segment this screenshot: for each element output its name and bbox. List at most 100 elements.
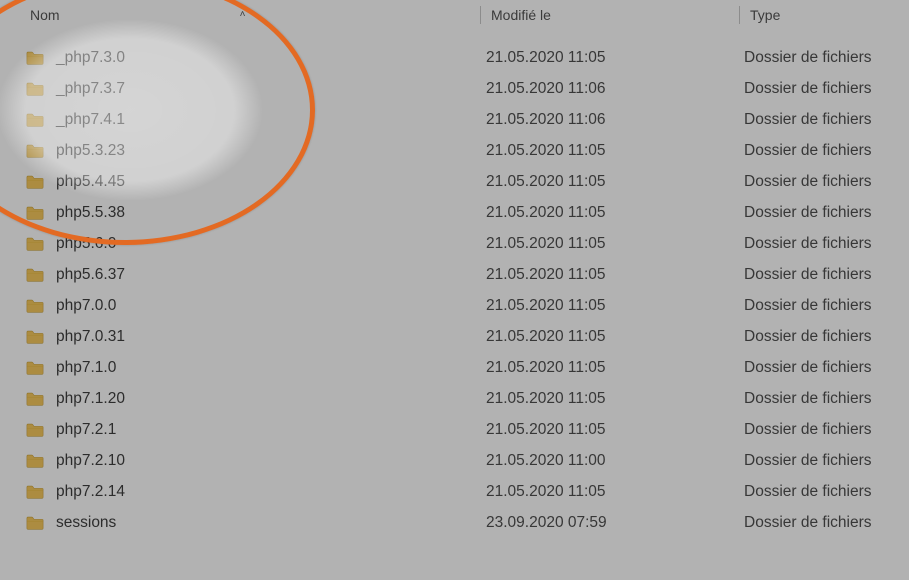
folder-icon (26, 360, 44, 376)
cell-name: php5.4.45 (0, 173, 476, 191)
sort-ascending-icon: ˄ (240, 9, 246, 20)
cell-modified: 21.05.2020 11:05 (476, 390, 734, 408)
cell-name: php7.2.10 (0, 452, 476, 470)
folder-icon (26, 143, 44, 159)
cell-type: Dossier de fichiers (734, 452, 909, 470)
cell-type: Dossier de fichiers (734, 514, 909, 532)
file-name: php7.0.0 (56, 297, 116, 315)
cell-type: Dossier de fichiers (734, 421, 909, 439)
cell-modified: 21.05.2020 11:05 (476, 142, 734, 160)
file-name: php7.1.20 (56, 390, 125, 408)
cell-modified: 21.05.2020 11:00 (476, 452, 734, 470)
folder-icon (26, 484, 44, 500)
cell-modified: 21.05.2020 11:05 (476, 297, 734, 315)
file-rows: _php7.3.021.05.2020 11:05Dossier de fich… (0, 28, 909, 538)
cell-type: Dossier de fichiers (734, 297, 909, 315)
cell-modified: 21.05.2020 11:05 (476, 359, 734, 377)
cell-type: Dossier de fichiers (734, 483, 909, 501)
table-row[interactable]: php5.6.37 21.05.2020 11:05Dossier de fich… (0, 259, 909, 290)
table-row[interactable]: php7.0.3121.05.2020 11:05Dossier de fich… (0, 321, 909, 352)
file-name: _php7.3.7 (56, 80, 125, 98)
file-name: _php7.3.0 (56, 49, 125, 67)
folder-icon (26, 267, 44, 283)
file-name: php7.2.14 (56, 483, 125, 501)
cell-type: Dossier de fichiers (734, 266, 909, 284)
table-row[interactable]: _php7.3.0 21.05.2020 11:05Dossier de fich… (0, 42, 909, 73)
folder-icon (26, 81, 44, 97)
folder-icon (26, 205, 44, 221)
file-name: php5.5.38 (56, 204, 125, 222)
cell-modified: 21.05.2020 11:05 (476, 173, 734, 191)
header-type-label: Type (750, 7, 780, 23)
cell-type: Dossier de fichiers (734, 235, 909, 253)
cell-name: php7.1.0 (0, 359, 476, 377)
cell-modified: 23.09.2020 07:59 (476, 514, 734, 532)
cell-name: php5.3.23 (0, 142, 476, 160)
file-name: _php7.4.1 (56, 111, 125, 129)
file-name: php7.2.1 (56, 421, 116, 439)
folder-icon (26, 174, 44, 190)
cell-type: Dossier de fichiers (734, 204, 909, 222)
cell-modified: 21.05.2020 11:05 (476, 328, 734, 346)
cell-name: php7.0.0 (0, 297, 476, 315)
cell-type: Dossier de fichiers (734, 328, 909, 346)
file-name: php5.4.45 (56, 173, 125, 191)
cell-name: _php7.4.1 (0, 111, 476, 129)
table-row[interactable]: php5.3.23 21.05.2020 11:05Dossier de fich… (0, 135, 909, 166)
cell-name: php7.2.1 (0, 421, 476, 439)
folder-icon (26, 236, 44, 252)
folder-icon (26, 298, 44, 314)
file-explorer-list: Nom ˄ Modifié le Type _php7.3.0 21.05.202… (0, 0, 909, 580)
header-name-label: Nom (30, 7, 60, 23)
folder-icon (26, 50, 44, 66)
folder-icon (26, 329, 44, 345)
cell-modified: 21.05.2020 11:05 (476, 421, 734, 439)
file-name: sessions (56, 514, 116, 532)
cell-modified: 21.05.2020 11:05 (476, 266, 734, 284)
cell-type: Dossier de fichiers (734, 359, 909, 377)
cell-type: Dossier de fichiers (734, 111, 909, 129)
cell-type: Dossier de fichiers (734, 142, 909, 160)
cell-modified: 21.05.2020 11:05 (476, 49, 734, 67)
folder-icon (26, 453, 44, 469)
file-name: php5.3.23 (56, 142, 125, 160)
folder-icon (26, 422, 44, 438)
table-row[interactable]: php7.2.1 21.05.2020 11:05Dossier de fichi… (0, 414, 909, 445)
table-row[interactable]: php7.1.021.05.2020 11:05Dossier de fichi… (0, 352, 909, 383)
table-row[interactable]: _php7.4.1 21.05.2020 11:06Dossier de fich… (0, 104, 909, 135)
cell-name: php7.0.31 (0, 328, 476, 346)
table-row[interactable]: php7.1.2021.05.2020 11:05Dossier de fich… (0, 383, 909, 414)
folder-icon (26, 391, 44, 407)
cell-name: php5.6.37 (0, 266, 476, 284)
folder-icon (26, 515, 44, 531)
table-row[interactable]: php5.5.38 21.05.2020 11:05Dossier de fich… (0, 197, 909, 228)
table-row[interactable]: php7.2.10 21.05.2020 11:00Dossier de fich… (0, 445, 909, 476)
cell-type: Dossier de fichiers (734, 49, 909, 67)
cell-type: Dossier de fichiers (734, 173, 909, 191)
table-row[interactable]: sessions 23.09.2020 07:59Dossier de fichi… (0, 507, 909, 538)
cell-modified: 21.05.2020 11:06 (476, 111, 734, 129)
file-name: php7.2.10 (56, 452, 125, 470)
table-row[interactable]: php7.2.14 21.05.2020 11:05Dossier de fich… (0, 476, 909, 507)
cell-modified: 21.05.2020 11:05 (476, 235, 734, 253)
header-name[interactable]: Nom ˄ (0, 7, 480, 23)
table-row[interactable]: php5.6.0 21.05.2020 11:05Dossier de fichi… (0, 228, 909, 259)
table-row[interactable]: _php7.3.7 21.05.2020 11:06Dossier de fich… (0, 73, 909, 104)
cell-modified: 21.05.2020 11:06 (476, 80, 734, 98)
cell-modified: 21.05.2020 11:05 (476, 204, 734, 222)
cell-name: php7.1.20 (0, 390, 476, 408)
column-headers: Nom ˄ Modifié le Type (0, 0, 909, 28)
folder-icon (26, 112, 44, 128)
cell-name: php7.2.14 (0, 483, 476, 501)
header-type[interactable]: Type (740, 7, 909, 23)
cell-modified: 21.05.2020 11:05 (476, 483, 734, 501)
file-name: php5.6.37 (56, 266, 125, 284)
table-row[interactable]: php5.4.45 21.05.2020 11:05Dossier de fich… (0, 166, 909, 197)
cell-name: _php7.3.7 (0, 80, 476, 98)
header-modified[interactable]: Modifié le (481, 7, 739, 23)
cell-name: php5.6.0 (0, 235, 476, 253)
cell-type: Dossier de fichiers (734, 80, 909, 98)
cell-name: _php7.3.0 (0, 49, 476, 67)
table-row[interactable]: php7.0.0 21.05.2020 11:05Dossier de fichi… (0, 290, 909, 321)
file-name: php5.6.0 (56, 235, 116, 253)
